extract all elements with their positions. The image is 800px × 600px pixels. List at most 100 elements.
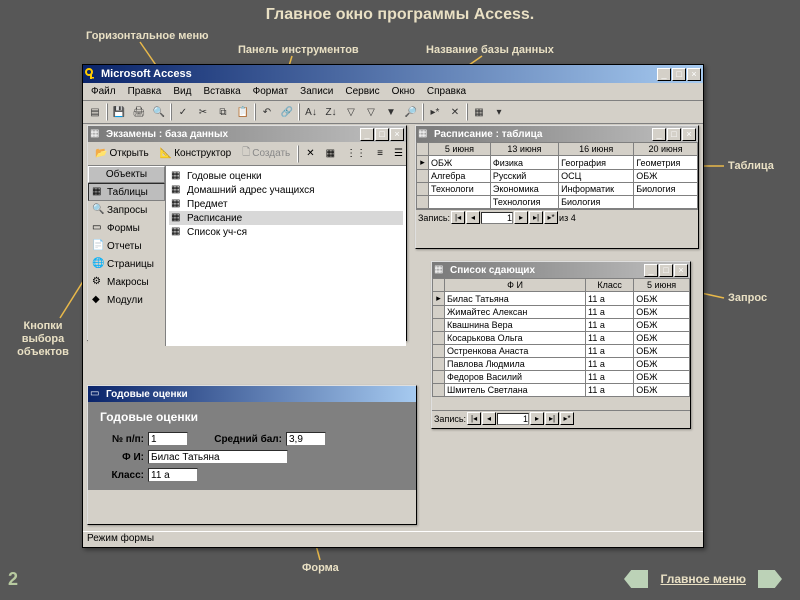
- obj-macros[interactable]: ⚙Макросы: [88, 273, 165, 291]
- toolbar-copy-icon[interactable]: ⧉: [214, 103, 232, 121]
- menu-window[interactable]: Окно: [387, 85, 420, 98]
- menu-help[interactable]: Справка: [422, 85, 471, 98]
- nav-last-icon[interactable]: ▸|: [545, 412, 559, 425]
- max-button[interactable]: □: [659, 264, 673, 277]
- db-delete-icon[interactable]: ✕: [302, 147, 318, 160]
- annot-form: Форма: [302, 562, 339, 574]
- toolbar-link-icon[interactable]: 🔗: [278, 103, 296, 121]
- main-menu-link[interactable]: Главное меню: [660, 572, 746, 586]
- nav-prev-icon[interactable]: ◂: [466, 211, 480, 224]
- menu-bar: Файл Правка Вид Вставка Формат Записи Се…: [83, 83, 703, 101]
- obj-pages[interactable]: 🌐Страницы: [88, 255, 165, 273]
- menu-records[interactable]: Записи: [295, 85, 338, 98]
- db-small-icons-icon[interactable]: ⋮⋮: [342, 147, 370, 160]
- list-item[interactable]: ▦Расписание: [169, 211, 403, 225]
- toolbar-new-object-icon[interactable]: ▾: [490, 103, 508, 121]
- db-open-button[interactable]: 📂Открыть: [91, 147, 153, 160]
- avg-input[interactable]: [286, 432, 326, 446]
- toolbar-view-icon[interactable]: ▤: [86, 103, 104, 121]
- toolbar-undo-icon[interactable]: ↶: [258, 103, 276, 121]
- avg-label: Средний бал:: [192, 434, 282, 445]
- objects-header[interactable]: Объекты: [88, 166, 165, 183]
- nav-next-icon[interactable]: ▸: [514, 211, 528, 224]
- menu-insert[interactable]: Вставка: [198, 85, 245, 98]
- nav-prev-icon[interactable]: ◂: [482, 412, 496, 425]
- toolbar-sort-desc-icon[interactable]: Z↓: [322, 103, 340, 121]
- num-input[interactable]: [148, 432, 188, 446]
- db-max-button[interactable]: □: [375, 128, 389, 141]
- toolbar-save-icon[interactable]: 💾: [110, 103, 128, 121]
- nav-new-icon[interactable]: ▸*: [560, 412, 574, 425]
- nav-last-icon[interactable]: ▸|: [529, 211, 543, 224]
- close-button[interactable]: ×: [687, 68, 701, 81]
- next-slide-button[interactable]: [758, 570, 782, 588]
- menu-format[interactable]: Формат: [248, 85, 294, 98]
- record-number-input[interactable]: [481, 212, 513, 224]
- toolbar-db-window-icon[interactable]: ▦: [470, 103, 488, 121]
- maximize-button[interactable]: □: [672, 68, 686, 81]
- table-row: Федоров Василий11 аОБЖ: [433, 371, 690, 384]
- menu-file[interactable]: Файл: [86, 85, 121, 98]
- close-button[interactable]: ×: [682, 128, 696, 141]
- toolbar-apply-filter-icon[interactable]: ▼: [382, 103, 400, 121]
- toolbar-preview-icon[interactable]: 🔍: [150, 103, 168, 121]
- toolbar-find-icon[interactable]: 🔎: [402, 103, 420, 121]
- obj-reports[interactable]: 📄Отчеты: [88, 237, 165, 255]
- table-row: Шмитель Светлана11 аОБЖ: [433, 384, 690, 397]
- list-item[interactable]: ▦Годовые оценки: [169, 169, 403, 183]
- list-item[interactable]: ▦Предмет: [169, 197, 403, 211]
- max-button[interactable]: □: [667, 128, 681, 141]
- fio-input[interactable]: [148, 450, 288, 464]
- schedule-grid[interactable]: 5 июня13 июня16 июня20 июня ▸ОБЖФизикаГе…: [416, 142, 698, 209]
- db-min-button[interactable]: _: [360, 128, 374, 141]
- db-design-button[interactable]: 📐Конструктор: [156, 147, 235, 160]
- menu-service[interactable]: Сервис: [340, 85, 384, 98]
- db-window[interactable]: ▦ Экзамены : база данных _□× 📂Открыть 📐К…: [87, 125, 407, 341]
- close-button[interactable]: ×: [674, 264, 688, 277]
- toolbar-print-icon[interactable]: 🖨: [130, 103, 148, 121]
- db-titlebar[interactable]: ▦ Экзамены : база данных _□×: [88, 126, 406, 142]
- min-button[interactable]: _: [652, 128, 666, 141]
- list-item[interactable]: ▦Список уч-ся: [169, 225, 403, 239]
- toolbar-filter-form-icon[interactable]: ▽: [362, 103, 380, 121]
- obj-tables[interactable]: ▦Таблицы: [88, 183, 165, 201]
- query-grid[interactable]: Ф ИКласс5 июня ▸Билас Татьяна11 аОБЖ Жим…: [432, 278, 690, 397]
- table-window[interactable]: ▦ Расписание : таблица _□× 5 июня13 июня…: [415, 125, 699, 249]
- query-window[interactable]: ▦ Список сдающих _□× Ф ИКласс5 июня ▸Бил…: [431, 261, 691, 429]
- nav-first-icon[interactable]: |◂: [451, 211, 465, 224]
- record-number-input[interactable]: [497, 413, 529, 425]
- db-details-icon[interactable]: ☰: [390, 147, 407, 160]
- menu-view[interactable]: Вид: [168, 85, 196, 98]
- nav-next-icon[interactable]: ▸: [530, 412, 544, 425]
- form-titlebar[interactable]: ▭ Годовые оценки: [88, 386, 416, 402]
- nav-first-icon[interactable]: |◂: [467, 412, 481, 425]
- obj-modules[interactable]: ◆Модули: [88, 291, 165, 309]
- db-list-icon[interactable]: ≡: [373, 147, 387, 160]
- minimize-button[interactable]: _: [657, 68, 671, 81]
- status-bar: Режим формы: [83, 531, 703, 547]
- obj-forms[interactable]: ▭Формы: [88, 219, 165, 237]
- db-large-icons-icon[interactable]: ▦: [322, 147, 339, 160]
- object-list[interactable]: ▦Годовые оценки ▦Домашний адрес учащихся…: [166, 166, 406, 346]
- db-create-button[interactable]: 🗋Создать: [238, 144, 294, 163]
- class-input[interactable]: [148, 468, 198, 482]
- min-button[interactable]: _: [644, 264, 658, 277]
- toolbar-spell-icon[interactable]: ✓: [174, 103, 192, 121]
- nav-new-icon[interactable]: ▸*: [544, 211, 558, 224]
- form-window[interactable]: ▭ Годовые оценки Годовые оценки № п/п: С…: [87, 385, 417, 525]
- toolbar-new-record-icon[interactable]: ▸*: [426, 103, 444, 121]
- list-item[interactable]: ▦Домашний адрес учащихся: [169, 183, 403, 197]
- toolbar-filter-icon[interactable]: ▽: [342, 103, 360, 121]
- toolbar-cut-icon[interactable]: ✂: [194, 103, 212, 121]
- query-titlebar[interactable]: ▦ Список сдающих _□×: [432, 262, 690, 278]
- table-titlebar[interactable]: ▦ Расписание : таблица _□×: [416, 126, 698, 142]
- app-titlebar[interactable]: Microsoft Access _ □ ×: [83, 65, 703, 83]
- toolbar-paste-icon[interactable]: 📋: [234, 103, 252, 121]
- menu-edit[interactable]: Правка: [123, 85, 167, 98]
- toolbar-delete-record-icon[interactable]: ✕: [446, 103, 464, 121]
- prev-slide-button[interactable]: [624, 570, 648, 588]
- obj-queries[interactable]: 🔍Запросы: [88, 201, 165, 219]
- toolbar-sort-asc-icon[interactable]: A↓: [302, 103, 320, 121]
- table-row: Жимайтес Алексан11 аОБЖ: [433, 306, 690, 319]
- db-close-button[interactable]: ×: [390, 128, 404, 141]
